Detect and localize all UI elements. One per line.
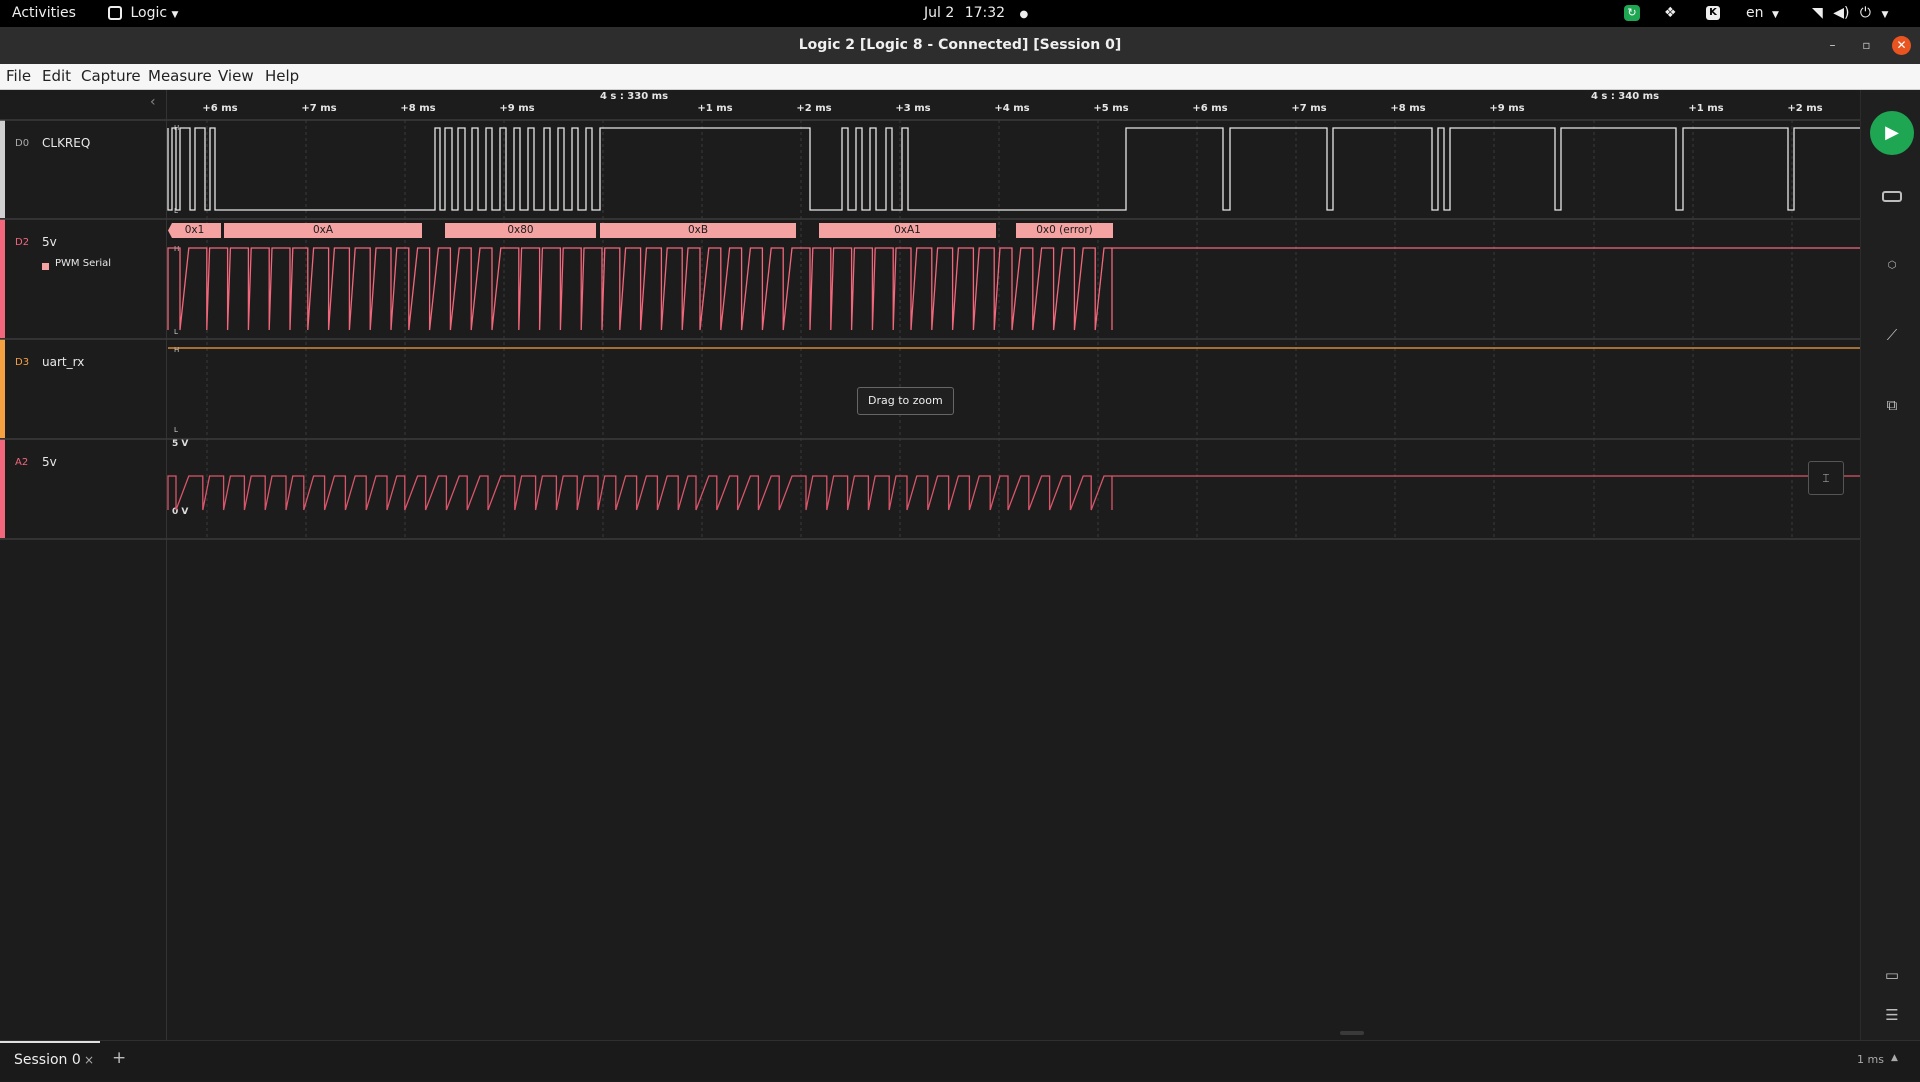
system-status-menu[interactable]: ◥ ◀) ⏻ ▼ — [1812, 0, 1888, 27]
sync-icon[interactable]: ↻ — [1624, 5, 1640, 21]
svg-text:L: L — [174, 426, 178, 434]
d0-waveform — [167, 127, 1860, 211]
chevron-down-icon: ▼ — [1881, 10, 1889, 20]
menu-measure[interactable]: Measure — [148, 64, 212, 89]
menu-file[interactable]: File — [6, 64, 31, 89]
menu-view[interactable]: View — [218, 64, 254, 89]
analog-autoscale-button[interactable]: ⌶ — [1808, 461, 1844, 495]
decoded-bubble[interactable]: 0xA1 — [819, 223, 996, 238]
menu-icon[interactable]: ☰ — [1881, 1004, 1903, 1026]
window-title: Logic 2 [Logic 8 - Connected] [Session 0… — [798, 37, 1122, 53]
zoom-scale-label[interactable]: 1 ms — [1857, 1053, 1884, 1066]
decoded-bubble-label: 0xB — [687, 224, 709, 236]
decoded-bubble-label: 0xA — [312, 224, 334, 236]
analog-vmin-label: 0 V — [172, 507, 188, 517]
clock[interactable]: Jul 2 17:32 ● — [924, 0, 1028, 27]
notification-dot-icon: ● — [1019, 9, 1029, 20]
feedback-icon[interactable]: ▭ — [1881, 964, 1903, 986]
chevron-up-icon[interactable]: ▲ — [1891, 1053, 1898, 1063]
time-label: 17:32 — [964, 5, 1006, 21]
horizontal-scrollbar[interactable] — [1340, 1031, 1364, 1035]
chevron-down-icon: ▼ — [1771, 10, 1779, 20]
menu-capture[interactable]: Capture — [81, 64, 141, 89]
language-selector[interactable]: en ▼ — [1746, 0, 1779, 27]
decoded-bubble-label: 0xA1 — [894, 224, 921, 236]
d2-waveform — [167, 247, 1860, 331]
play-icon[interactable]: ▶ — [1870, 111, 1914, 155]
waveform-area: ‹ 4 s : 330 ms 4 s : 340 ms +6 ms +7 ms … — [0, 90, 1860, 1040]
system-top-bar: Activities Logic ▼ Jul 2 17:32 ● ↻ ❖ K e… — [0, 0, 1920, 27]
decoded-bubble[interactable]: 0x0 (error) — [1016, 223, 1113, 238]
close-window-button[interactable]: ✕ — [1892, 36, 1911, 55]
session-tab-label: Session 0 — [14, 1052, 81, 1068]
a2-waveform — [167, 475, 1860, 511]
decoded-bubble[interactable]: 0x80 — [445, 223, 596, 238]
session-tab[interactable]: Session 0 × — [0, 1041, 100, 1082]
bottom-bar: Session 0 × + 1 ms ▲ — [0, 1040, 1920, 1081]
power-icon: ⏻ — [1859, 5, 1871, 21]
minimize-button[interactable]: – — [1823, 36, 1842, 55]
extensions-icon[interactable]: ⧉ — [1881, 394, 1903, 416]
maximize-button[interactable]: ▫ — [1857, 36, 1876, 55]
menu-edit[interactable]: Edit — [42, 64, 71, 89]
analyzer-icon[interactable]: ⬡ — [1881, 255, 1903, 277]
svg-text:L: L — [174, 328, 178, 336]
decoded-bubble[interactable]: 0xA — [224, 223, 422, 238]
wifi-icon: ◥ — [1812, 5, 1823, 21]
volume-icon: ◀) — [1833, 5, 1850, 21]
menu-help[interactable]: Help — [265, 64, 299, 89]
decoded-bubble-label: 0x0 (error) — [1036, 224, 1093, 236]
decoded-bubble-label: 0x1 — [184, 224, 205, 236]
measure-icon[interactable]: ⟋ — [1881, 324, 1903, 346]
device-icon[interactable] — [1881, 186, 1903, 208]
k-icon[interactable]: K — [1706, 6, 1720, 20]
window-title-bar: Logic 2 [Logic 8 - Connected] [Session 0… — [0, 27, 1920, 65]
svg-text:H: H — [174, 245, 179, 253]
app-menu[interactable]: Logic ▼ — [108, 0, 178, 27]
dropbox-icon[interactable]: ❖ — [1664, 0, 1677, 27]
drag-to-zoom-tooltip: Drag to zoom — [857, 387, 954, 415]
activities-button[interactable]: Activities — [12, 0, 76, 27]
add-session-button[interactable]: + — [112, 1048, 126, 1068]
decoded-bubble[interactable]: 0xB — [600, 223, 796, 238]
date-label: Jul 2 — [924, 5, 955, 21]
right-sidebar: ▶ ⬡ ⟋ ⧉ ▭ ☰ — [1860, 90, 1920, 1040]
chevron-down-icon: ▼ — [171, 10, 179, 20]
analog-vmax-label: 5 V — [172, 439, 188, 449]
language-label: en — [1746, 5, 1764, 21]
decoded-bubble[interactable]: 0x1 — [168, 223, 221, 238]
app-menu-label: Logic — [130, 5, 168, 21]
decoded-bubble-label: 0x80 — [507, 224, 534, 236]
menu-bar: File Edit Capture Measure View Help — [0, 64, 1920, 90]
logic-app-icon — [108, 6, 122, 20]
svg-text:H: H — [174, 346, 179, 354]
close-icon[interactable]: × — [84, 1053, 94, 1067]
